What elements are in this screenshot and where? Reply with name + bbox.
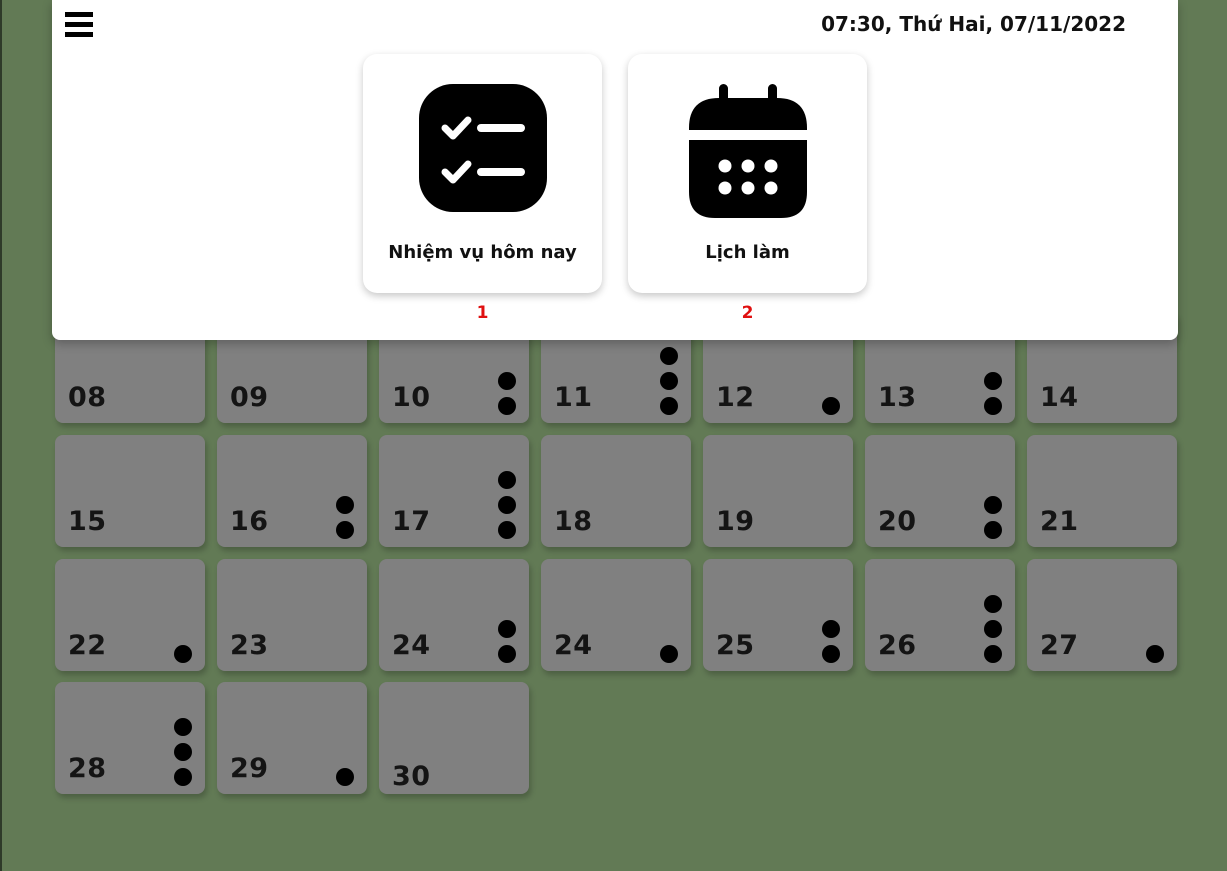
task-indicator-dot xyxy=(174,743,192,761)
task-indicator-dot xyxy=(498,620,516,638)
day-number: 29 xyxy=(230,753,269,784)
day-number: 12 xyxy=(716,382,755,413)
task-indicator-dot xyxy=(822,645,840,663)
task-indicator-dot xyxy=(498,471,516,489)
task-indicator-dot xyxy=(1146,645,1164,663)
task-indicator-dot xyxy=(336,521,354,539)
task-indicator-dot xyxy=(336,496,354,514)
day-number: 10 xyxy=(392,382,431,413)
day-number: 14 xyxy=(1040,382,1079,413)
task-indicator-dot xyxy=(660,372,678,390)
day-number: 21 xyxy=(1040,506,1079,537)
task-indicator-dot xyxy=(498,397,516,415)
task-indicator-dot xyxy=(336,768,354,786)
calendar-day-cell[interactable]: 25 xyxy=(703,559,853,671)
calendar-icon xyxy=(688,84,807,224)
task-indicator-dot xyxy=(660,645,678,663)
calendar-day-cell[interactable]: 18 xyxy=(541,435,691,547)
calendar-day-cell[interactable]: 27 xyxy=(1027,559,1177,671)
calendar-day-cell[interactable]: 22 xyxy=(55,559,205,671)
calendar-day-cell[interactable]: 24 xyxy=(541,559,691,671)
calendar-day-cell[interactable]: 28 xyxy=(55,682,205,794)
day-number: 17 xyxy=(392,506,431,537)
day-number: 26 xyxy=(878,630,917,661)
task-indicator-dot xyxy=(498,496,516,514)
day-number: 18 xyxy=(554,506,593,537)
day-number: 27 xyxy=(1040,630,1079,661)
task-indicator-dot xyxy=(822,397,840,415)
hamburger-menu-icon[interactable] xyxy=(64,10,94,40)
task-indicator-dot xyxy=(174,645,192,663)
day-number: 28 xyxy=(68,753,107,784)
today-tasks-label: Nhiệm vụ hôm nay xyxy=(388,242,577,263)
calendar-day-cell[interactable]: 30 xyxy=(379,682,529,794)
calendar-day-cell[interactable]: 26 xyxy=(865,559,1015,671)
task-indicator-dot xyxy=(174,718,192,736)
calendar-day-cell[interactable]: 19 xyxy=(703,435,853,547)
task-indicator-dot xyxy=(498,521,516,539)
day-number: 30 xyxy=(392,761,431,792)
task-indicator-dot xyxy=(984,620,1002,638)
day-number: 09 xyxy=(230,382,269,413)
day-number: 08 xyxy=(68,382,107,413)
work-schedule-label: Lịch làm xyxy=(705,242,790,263)
day-number: 15 xyxy=(68,506,107,537)
work-schedule-number: 2 xyxy=(741,303,754,323)
task-indicator-dot xyxy=(498,645,516,663)
datetime-display: 07:30, Thứ Hai, 07/11/2022 xyxy=(821,12,1126,36)
day-number: 25 xyxy=(716,630,755,661)
task-indicator-dot xyxy=(498,372,516,390)
day-number: 11 xyxy=(554,382,593,413)
work-schedule-card[interactable]: Lịch làm xyxy=(628,54,867,293)
calendar-day-cell[interactable]: 21 xyxy=(1027,435,1177,547)
calendar-day-cell[interactable]: 16 xyxy=(217,435,367,547)
task-indicator-dot xyxy=(984,595,1002,613)
task-indicator-dot xyxy=(660,347,678,365)
calendar-day-cell[interactable]: 20 xyxy=(865,435,1015,547)
top-panel: 07:30, Thứ Hai, 07/11/2022 Nhiệm vụ hôm … xyxy=(52,0,1178,340)
task-checklist-icon xyxy=(418,84,547,216)
calendar-day-cell[interactable]: 29 xyxy=(217,682,367,794)
task-indicator-dot xyxy=(984,645,1002,663)
calendar-day-cell[interactable]: 23 xyxy=(217,559,367,671)
task-indicator-dot xyxy=(984,397,1002,415)
today-tasks-number: 1 xyxy=(476,303,489,323)
day-number: 24 xyxy=(554,630,593,661)
day-number: 13 xyxy=(878,382,917,413)
calendar-day-cell[interactable]: 17 xyxy=(379,435,529,547)
day-number: 16 xyxy=(230,506,269,537)
day-number: 23 xyxy=(230,630,269,661)
day-number: 24 xyxy=(392,630,431,661)
calendar-day-cell[interactable]: 15 xyxy=(55,435,205,547)
task-indicator-dot xyxy=(984,496,1002,514)
task-indicator-dot xyxy=(660,397,678,415)
day-number: 20 xyxy=(878,506,917,537)
day-number: 19 xyxy=(716,506,755,537)
task-indicator-dot xyxy=(822,620,840,638)
today-tasks-card[interactable]: Nhiệm vụ hôm nay xyxy=(363,54,602,293)
day-number: 22 xyxy=(68,630,107,661)
task-indicator-dot xyxy=(984,521,1002,539)
task-indicator-dot xyxy=(174,768,192,786)
calendar-day-cell[interactable]: 24 xyxy=(379,559,529,671)
task-indicator-dot xyxy=(984,372,1002,390)
